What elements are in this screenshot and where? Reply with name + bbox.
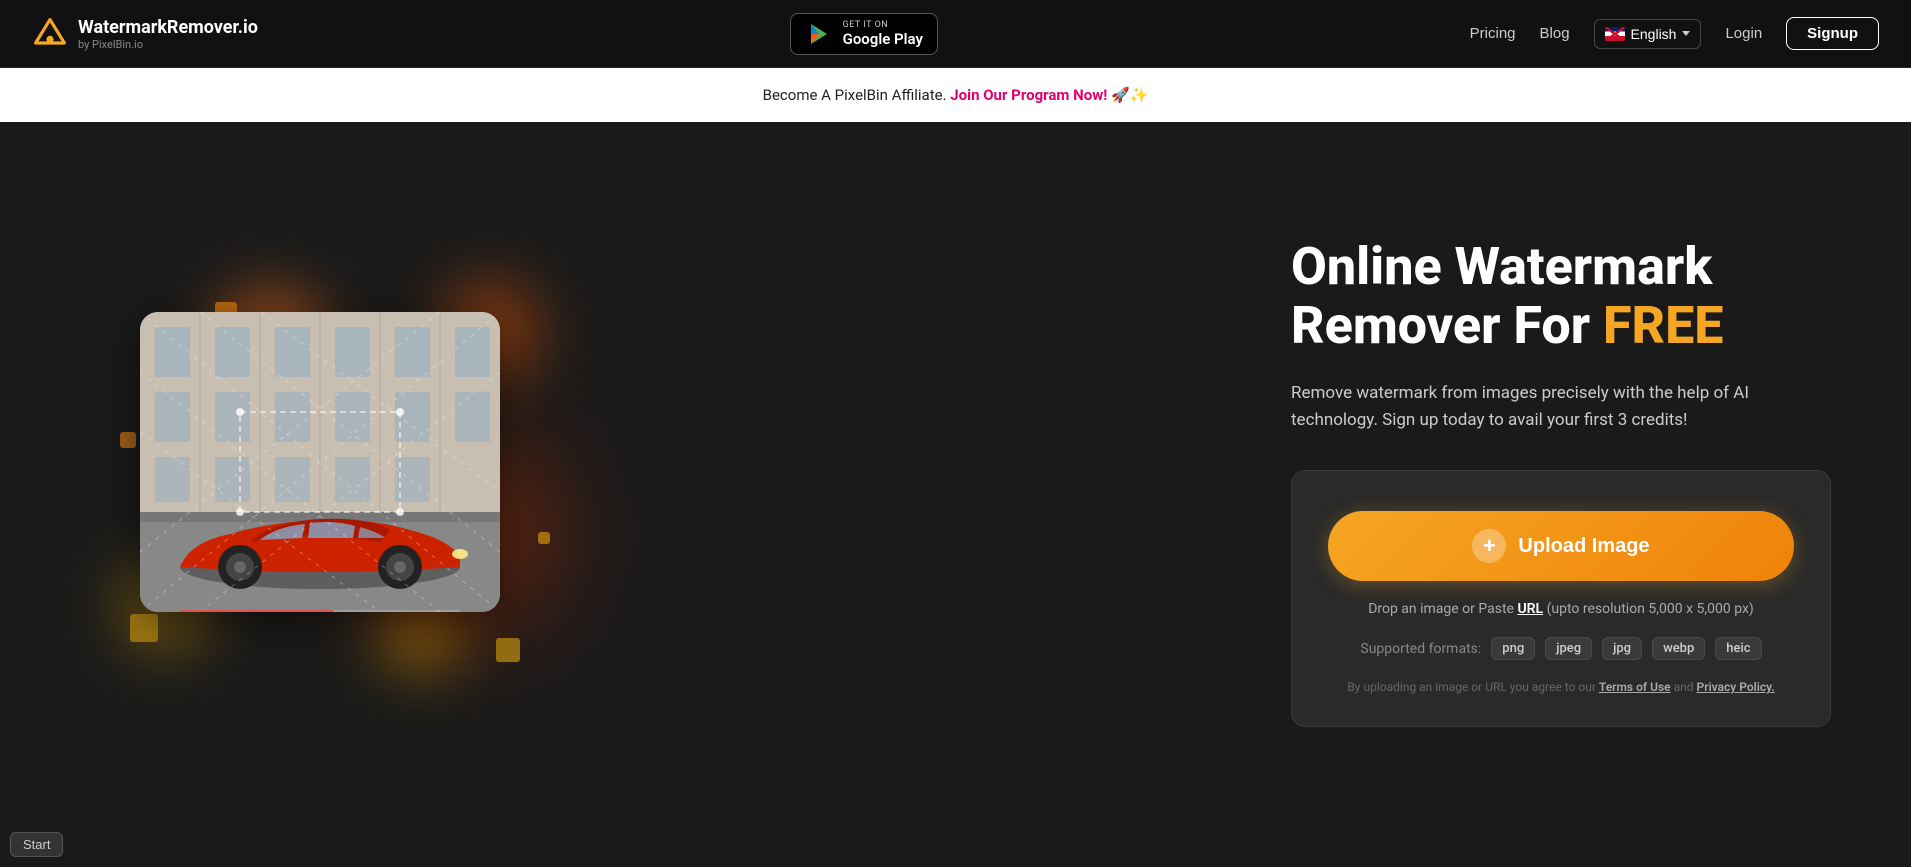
- upload-btn-label: Upload Image: [1518, 535, 1649, 558]
- upload-box: + Upload Image Drop an image or Paste UR…: [1291, 470, 1831, 727]
- terms-of-use-link[interactable]: Terms of Use: [1599, 680, 1671, 694]
- formats-row: Supported formats: png jpeg jpg webp hei…: [1328, 637, 1794, 660]
- decoration-sq-3: [130, 614, 158, 642]
- logo-subtitle: by PixelBin.io: [78, 38, 258, 51]
- decoration-sq-6: [538, 532, 550, 544]
- hero-title-free: FREE: [1603, 295, 1723, 356]
- image-progress-fill: [180, 610, 334, 612]
- language-selector[interactable]: English: [1594, 19, 1702, 49]
- terms-text: By uploading an image or URL you agree t…: [1328, 680, 1794, 694]
- play-store-icon: [805, 20, 833, 48]
- hero-title-line2: Remover For: [1291, 295, 1603, 356]
- navbar-center: GET IT ON Google Play: [790, 13, 938, 55]
- drop-text-suffix: (upto resolution 5,000 x 5,000 px): [1543, 601, 1754, 617]
- affiliate-cta-text: Join Our Program Now!: [950, 86, 1107, 104]
- format-badge-png: png: [1491, 637, 1535, 660]
- url-link[interactable]: URL: [1517, 601, 1543, 617]
- uk-flag-icon: [1605, 27, 1625, 41]
- chevron-down-icon: [1682, 31, 1690, 36]
- format-badge-jpg: jpg: [1602, 637, 1642, 660]
- navbar-logo-group: WatermarkRemover.io by PixelBin.io: [32, 16, 258, 52]
- hero-subtitle: Remove watermark from images precisely w…: [1291, 380, 1831, 434]
- terms-and: and: [1671, 680, 1697, 694]
- terms-prefix: By uploading an image or URL you agree t…: [1347, 680, 1599, 694]
- affiliate-cta-link[interactable]: Join Our Program Now!: [950, 86, 1111, 104]
- google-play-name: Google Play: [843, 30, 923, 48]
- drop-text-prefix: Drop an image or Paste: [1368, 601, 1517, 617]
- start-button[interactable]: Start: [10, 832, 63, 857]
- signup-button[interactable]: Signup: [1786, 17, 1879, 50]
- format-badge-jpeg: jpeg: [1545, 637, 1592, 660]
- format-badge-heic: heic: [1715, 637, 1761, 660]
- google-play-button[interactable]: GET IT ON Google Play: [790, 13, 938, 55]
- hero-section: Online Watermark Remover For FREE Remove…: [0, 122, 1911, 842]
- hero-content: Online Watermark Remover For FREE Remove…: [1231, 237, 1831, 728]
- affiliate-emoji: 🚀✨: [1111, 86, 1148, 104]
- affiliate-banner: Become A PixelBin Affiliate. Join Our Pr…: [0, 68, 1911, 122]
- hero-title: Online Watermark Remover For FREE: [1291, 237, 1831, 357]
- car-image-wrapper: [140, 312, 500, 612]
- affiliate-text: Become A PixelBin Affiliate.: [763, 86, 947, 104]
- image-progress-bar: [180, 610, 460, 612]
- google-play-text: GET IT ON Google Play: [843, 20, 923, 48]
- language-label: English: [1631, 26, 1677, 42]
- login-button[interactable]: Login: [1725, 25, 1762, 42]
- decoration-sq-4: [496, 638, 520, 662]
- drop-text: Drop an image or Paste URL (upto resolut…: [1328, 601, 1794, 617]
- navbar-right: Pricing Blog English Login Signup: [1470, 17, 1879, 50]
- navbar: WatermarkRemover.io by PixelBin.io GET I…: [0, 0, 1911, 68]
- logo-text: WatermarkRemover.io by PixelBin.io: [78, 17, 258, 51]
- car-scene-svg: [140, 312, 500, 612]
- hero-image-showcase: [60, 232, 580, 732]
- formats-label: Supported formats:: [1360, 641, 1481, 657]
- get-it-on-label: GET IT ON: [843, 20, 923, 30]
- format-badge-webp: webp: [1652, 637, 1705, 660]
- pricing-link[interactable]: Pricing: [1470, 25, 1516, 42]
- logo-title: WatermarkRemover.io: [78, 17, 258, 38]
- blog-link[interactable]: Blog: [1540, 25, 1570, 42]
- privacy-policy-link[interactable]: Privacy Policy.: [1697, 680, 1775, 694]
- logo-icon: [32, 16, 68, 52]
- hero-title-line1: Online Watermark: [1291, 236, 1712, 297]
- upload-image-button[interactable]: + Upload Image: [1328, 511, 1794, 581]
- plus-icon: +: [1472, 529, 1506, 563]
- decoration-sq-5: [120, 432, 136, 448]
